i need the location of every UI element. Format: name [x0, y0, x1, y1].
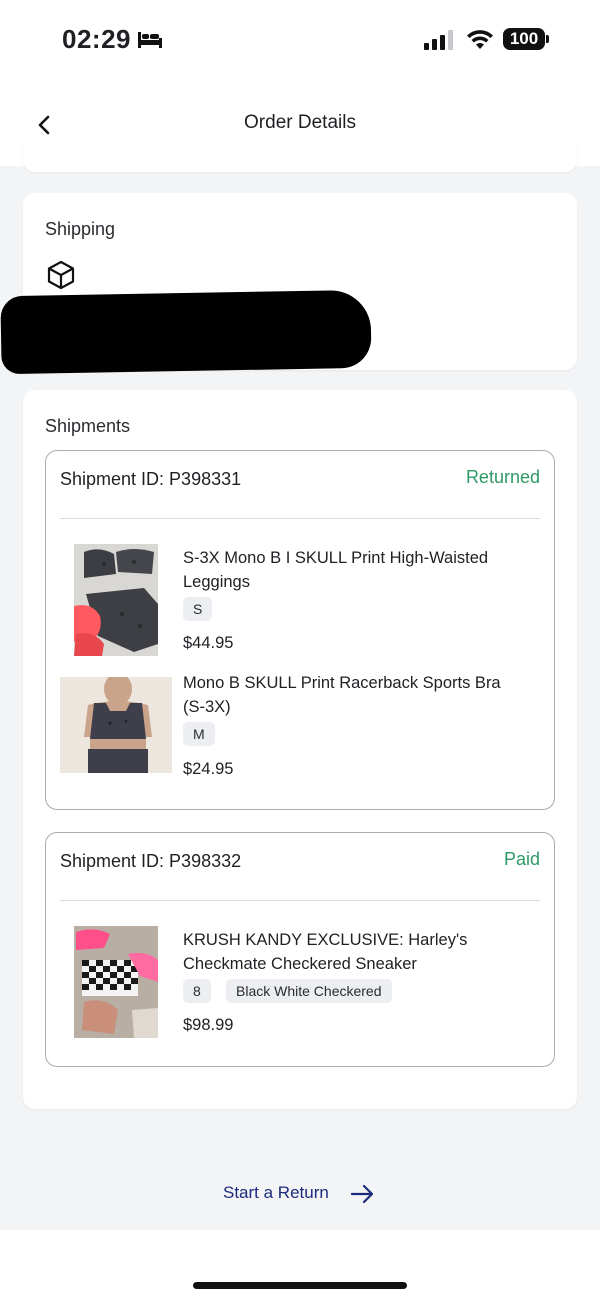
wifi-icon — [465, 28, 495, 55]
battery-icon: 100 — [503, 28, 545, 50]
shipment-card[interactable]: Shipment ID: P398331 Returned S-3X Mono … — [45, 450, 555, 810]
product-image-leggings[interactable] — [74, 544, 158, 656]
bed-icon — [138, 30, 162, 53]
status-time: 02:29 — [62, 24, 131, 54]
status-bar: 02:29 100 — [0, 0, 600, 80]
product-price: $24.95 — [183, 760, 234, 778]
size-tag: S — [183, 597, 213, 621]
signal-icon — [424, 30, 456, 55]
size-tag: 8 — [183, 979, 211, 1003]
shipment-id: Shipment ID: P398331 — [60, 469, 242, 489]
product-price: $98.99 — [183, 1016, 234, 1034]
arrow-right-icon[interactable] — [350, 1184, 376, 1209]
shipment-status-badge: Paid — [503, 849, 540, 869]
product-name[interactable]: S-3X Mono B I SKULL Print High-Waisted L… — [183, 546, 513, 594]
summary-card-bottom-edge — [23, 140, 577, 172]
battery-cap — [546, 35, 549, 43]
shipments-card: Shipments Shipment ID: P398331 Returned … — [23, 390, 577, 1109]
shipment-status-badge: Returned — [465, 467, 540, 487]
color-tag: Black White Checkered — [226, 979, 392, 1003]
product-name[interactable]: KRUSH KANDY EXCLUSIVE: Harley's Checkmat… — [183, 928, 513, 976]
bottom-safe-area — [0, 1230, 600, 1300]
product-image-sneaker[interactable] — [74, 926, 158, 1038]
page-title: Order Details — [244, 112, 356, 133]
shipments-title: Shipments — [45, 416, 131, 436]
box-icon — [45, 259, 77, 296]
shipment-id: Shipment ID: P398332 — [60, 851, 242, 871]
shipping-card: Shipping — [0, 193, 577, 375]
divider — [60, 518, 540, 519]
shipping-title: Shipping — [45, 219, 116, 239]
size-tag: M — [183, 722, 215, 746]
home-indicator[interactable] — [193, 1282, 407, 1289]
divider — [60, 900, 540, 901]
product-price: $44.95 — [183, 634, 234, 652]
redacted-address — [0, 289, 372, 375]
product-image-sports-bra[interactable] — [60, 677, 172, 773]
start-return-link[interactable]: Start a Return — [223, 1183, 329, 1203]
product-name[interactable]: Mono B SKULL Print Racerback Sports Bra … — [183, 671, 513, 719]
shipment-card[interactable]: Shipment ID: P398332 Paid KRUSH KANDY EX… — [45, 832, 555, 1067]
